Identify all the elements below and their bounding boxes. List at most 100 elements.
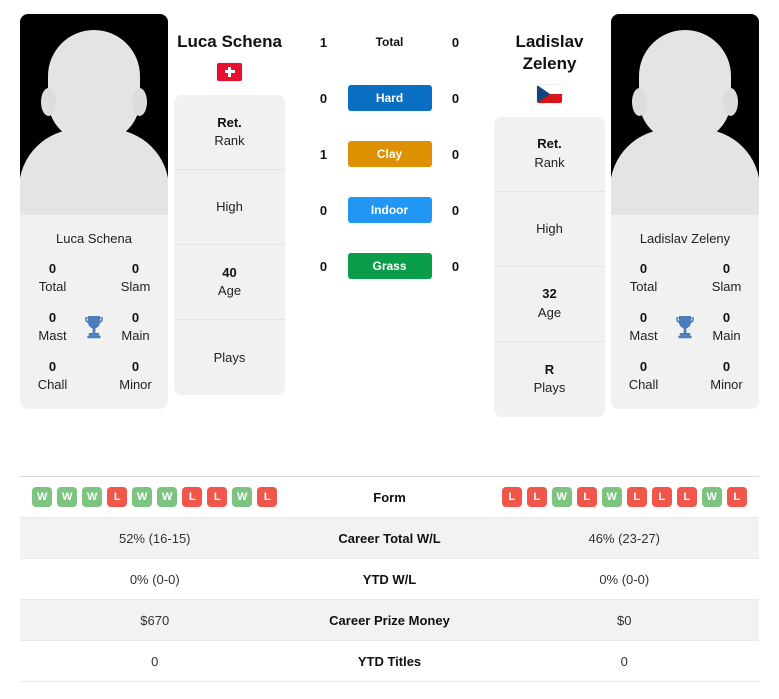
surface-clay-left-score: 1 xyxy=(319,146,328,162)
right-ytd-wl: 0% (0-0) xyxy=(599,571,650,587)
left-info-rank: Ret. Rank xyxy=(174,95,285,170)
right-titles-chall-value: 0 xyxy=(639,359,648,375)
surface-row-indoor: 0 Indoor 0 xyxy=(297,182,482,238)
left-titles-minor-value: 0 xyxy=(131,359,140,375)
right-form-cell: LLWLWLLLWL xyxy=(490,487,760,507)
left-info-plays-label: Plays xyxy=(213,349,246,365)
form-badge-win[interactable]: W xyxy=(157,487,178,507)
form-badge-loss[interactable]: L xyxy=(207,487,228,507)
left-titles-main: 0 Main xyxy=(111,309,160,344)
form-badge-loss[interactable]: L xyxy=(107,487,128,507)
right-titles-slam-label: Slam xyxy=(711,278,742,294)
right-player-info-card: Ret. Rank High 32 Age R Plays xyxy=(494,116,605,417)
right-titles-slam-value: 0 xyxy=(722,261,731,276)
form-badge-win[interactable]: W xyxy=(82,487,103,507)
left-player-photo-card[interactable]: Luca Schena 0 Total 0 Slam 0 Mast 0 Main… xyxy=(20,14,168,410)
form-badge-win[interactable]: W xyxy=(132,487,153,507)
right-titles-mast: 0 Mast xyxy=(619,309,668,344)
right-titles-mast-value: 0 xyxy=(639,310,648,326)
form-badge-win[interactable]: W xyxy=(232,487,253,507)
right-titles-minor-value: 0 xyxy=(722,359,731,375)
table-row-career-total-wl: 52% (16-15) Career Total W/L 46% (23-27) xyxy=(20,518,759,559)
left-titles-main-value: 0 xyxy=(131,310,140,326)
right-titles-total-label: Total xyxy=(629,278,658,294)
form-badge-win[interactable]: W xyxy=(32,487,53,507)
right-form-strip: LLWLWLLLWL xyxy=(490,487,760,507)
right-player-titles-grid: 0 Total 0 Slam 0 Mast 0 Main 0 Chall 0 M… xyxy=(611,260,759,409)
surface-indoor-badge[interactable]: Indoor xyxy=(347,197,432,223)
surface-hard-badge[interactable]: Hard xyxy=(347,85,432,111)
left-info-high-label: High xyxy=(216,199,243,215)
form-badge-loss[interactable]: L xyxy=(676,487,697,507)
right-titles-minor-label: Minor xyxy=(710,376,743,392)
form-badge-loss[interactable]: L xyxy=(726,487,747,507)
right-info-high: High xyxy=(494,192,605,267)
silhouette-body-icon xyxy=(20,129,168,215)
surface-clay-badge[interactable]: Clay xyxy=(347,141,432,167)
left-player-titles-grid: 0 Total 0 Slam 0 Mast 0 Main 0 Chall 0 M… xyxy=(20,260,168,409)
form-badge-loss[interactable]: L xyxy=(501,487,522,507)
left-career-prize-money: $670 xyxy=(140,612,170,628)
left-player-flag-wrap xyxy=(174,62,285,81)
surface-head-to-head: 1 Total 0 0 Hard 0 1 Clay 0 0 Indoor 0 0… xyxy=(291,14,488,294)
silhouette-ear-right-icon xyxy=(723,88,738,116)
left-player-photo xyxy=(20,14,168,215)
left-titles-total-label: Total xyxy=(38,278,67,294)
form-badge-win[interactable]: W xyxy=(57,487,78,507)
right-titles-slam: 0 Slam xyxy=(702,260,751,295)
left-titles-mast-label: Mast xyxy=(38,327,67,343)
form-badge-win[interactable]: W xyxy=(701,487,722,507)
right-titles-chall: 0 Chall xyxy=(619,358,668,393)
left-player-photo-label: Luca Schena xyxy=(56,231,132,246)
right-info-age: 32 Age xyxy=(494,267,605,342)
left-form-strip: WWWLWWLLWL xyxy=(20,487,290,507)
right-titles-main-label: Main xyxy=(712,327,741,343)
surface-hard-right-score: 0 xyxy=(451,90,460,106)
left-form-cell: WWWLWWLLWL xyxy=(20,487,290,507)
right-player-photo-card[interactable]: Ladislav Zeleny 0 Total 0 Slam 0 Mast 0 … xyxy=(611,14,759,410)
left-info-rank-label: Rank xyxy=(214,132,245,148)
left-titles-total-value: 0 xyxy=(48,261,57,276)
right-titles-main: 0 Main xyxy=(702,309,751,344)
surface-clay-right-score: 0 xyxy=(451,146,460,162)
right-player-photo xyxy=(611,14,759,215)
surface-hard-left-score: 0 xyxy=(319,90,328,106)
switzerland-flag-icon xyxy=(217,62,242,81)
surface-grass-badge[interactable]: Grass xyxy=(347,253,432,279)
left-player-name[interactable]: Luca Schena xyxy=(174,14,285,53)
left-info-plays: Plays xyxy=(174,320,285,395)
right-ytd-titles: 0 xyxy=(620,653,628,669)
left-titles-slam-label: Slam xyxy=(120,278,151,294)
head-to-head-stats-table: WWWLWWLLWL Form LLWLWLLLWL 52% (16-15) C… xyxy=(20,476,759,682)
left-titles-total: 0 Total xyxy=(28,260,77,295)
trophy-icon xyxy=(668,315,702,339)
form-badge-loss[interactable]: L xyxy=(526,487,547,507)
right-info-rank-value: Ret. xyxy=(537,136,562,152)
player-comparison-area: Luca Schena 0 Total 0 Slam 0 Mast 0 Main… xyxy=(0,0,779,476)
silhouette-body-icon xyxy=(611,129,759,215)
form-badge-loss[interactable]: L xyxy=(182,487,203,507)
form-badge-loss[interactable]: L xyxy=(626,487,647,507)
left-titles-minor-label: Minor xyxy=(119,376,152,392)
left-info-age: 40 Age xyxy=(174,245,285,320)
left-titles-minor: 0 Minor xyxy=(111,358,160,393)
left-ytd-titles: 0 xyxy=(151,653,159,669)
right-titles-chall-label: Chall xyxy=(628,376,659,392)
form-badge-loss[interactable]: L xyxy=(651,487,672,507)
right-career-prize-money: $0 xyxy=(617,612,632,628)
form-badge-loss[interactable]: L xyxy=(576,487,597,507)
left-career-total-wl: 52% (16-15) xyxy=(118,530,191,546)
form-badge-loss[interactable]: L xyxy=(257,487,278,507)
left-titles-mast-value: 0 xyxy=(48,310,57,326)
table-label-career-prize-money: Career Prize Money xyxy=(329,612,450,628)
right-player-photo-label: Ladislav Zeleny xyxy=(639,231,731,246)
form-badge-win[interactable]: W xyxy=(601,487,622,507)
silhouette-ear-left-icon xyxy=(632,88,647,116)
surface-row-grass: 0 Grass 0 xyxy=(297,238,482,294)
left-titles-slam-value: 0 xyxy=(131,261,140,276)
table-label-ytd-titles: YTD Titles xyxy=(357,653,422,669)
right-player-name[interactable]: Ladislav Zeleny xyxy=(494,14,605,75)
right-info-rank-label: Rank xyxy=(534,154,565,170)
left-info-high: High xyxy=(174,170,285,245)
form-badge-win[interactable]: W xyxy=(551,487,572,507)
